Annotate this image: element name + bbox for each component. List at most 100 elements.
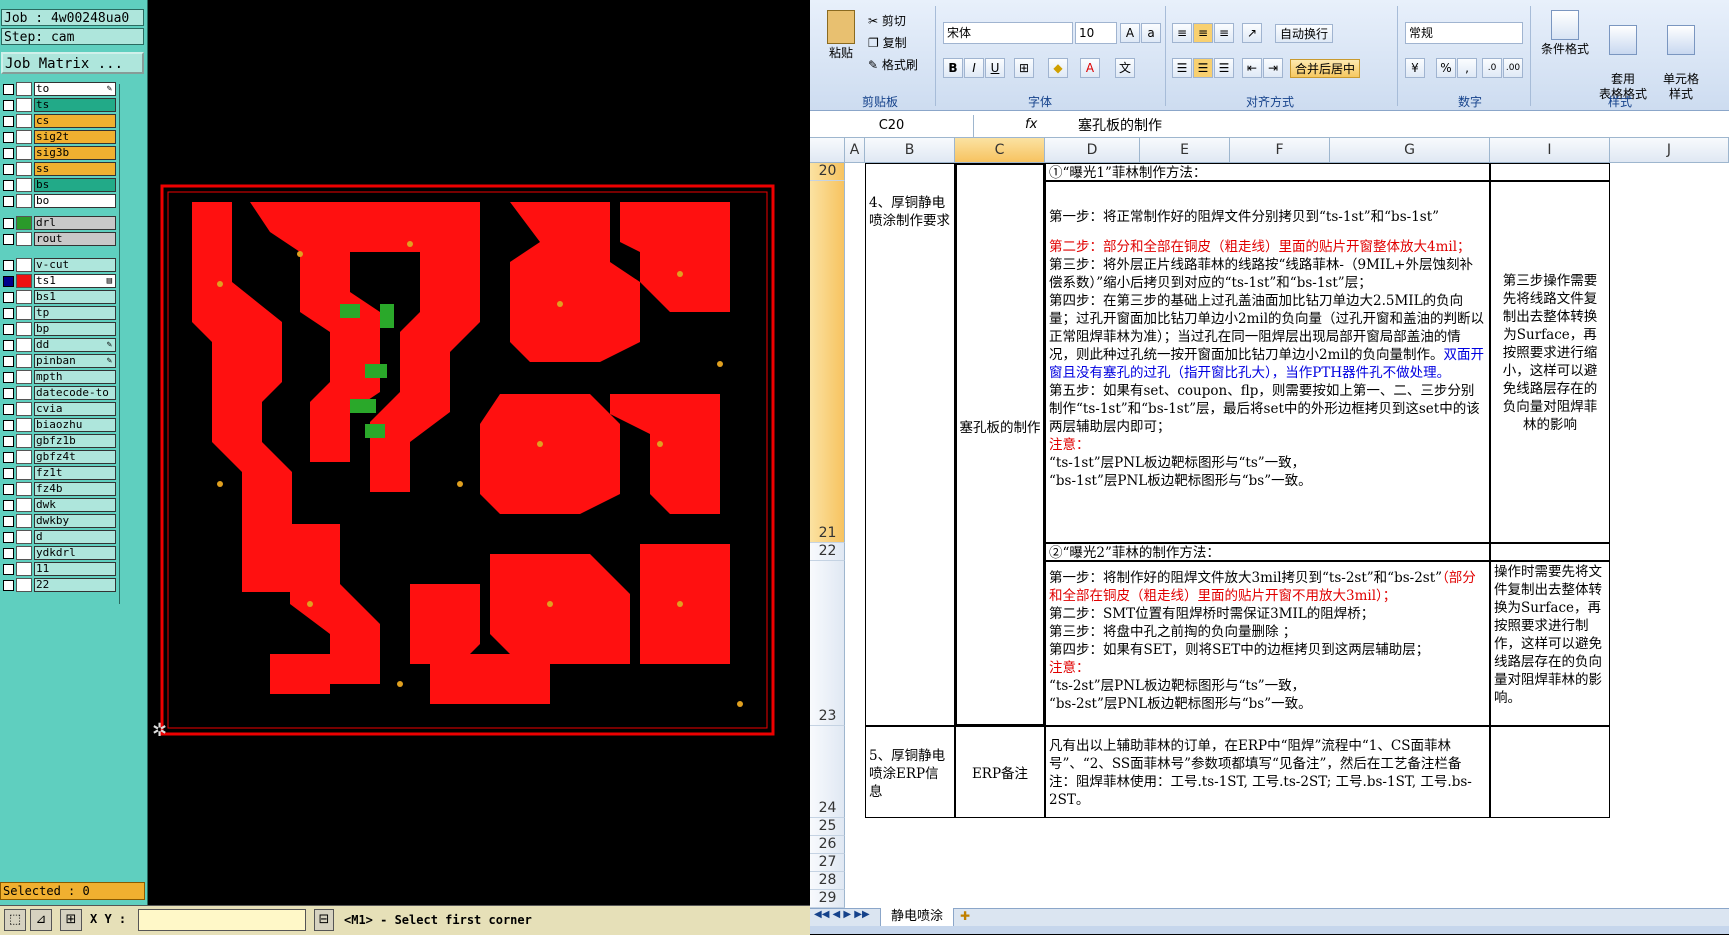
shrink-font-icon[interactable]: a bbox=[1141, 23, 1161, 43]
zoom-icon[interactable]: ⬚ bbox=[4, 909, 26, 931]
paste-button[interactable]: 粘贴 bbox=[825, 10, 857, 61]
layer-color-swatch[interactable] bbox=[16, 354, 32, 368]
font-size-select[interactable]: 10 bbox=[1075, 22, 1117, 44]
grow-font-icon[interactable]: A bbox=[1120, 23, 1140, 43]
layer-row[interactable]: drl bbox=[1, 216, 119, 230]
layer-row[interactable]: to ✎ bbox=[1, 82, 119, 96]
layer-list-scrollbar[interactable] bbox=[119, 84, 146, 604]
select-all-corner[interactable] bbox=[810, 138, 845, 163]
row-header[interactable]: 22 bbox=[810, 543, 845, 561]
layer-checkbox[interactable] bbox=[3, 500, 14, 511]
underline-icon[interactable]: U bbox=[985, 58, 1005, 78]
layer-color-swatch[interactable] bbox=[16, 306, 32, 320]
layer-checkbox[interactable] bbox=[3, 324, 14, 335]
layer-checkbox[interactable] bbox=[3, 308, 14, 319]
column-header[interactable]: C bbox=[955, 138, 1045, 163]
layer-row[interactable]: dd ✎ bbox=[1, 338, 119, 352]
layer-name[interactable]: to ✎ bbox=[34, 82, 116, 96]
layer-row[interactable]: fz1t bbox=[1, 466, 119, 480]
layer-row[interactable]: 22 bbox=[1, 578, 119, 592]
layer-row[interactable]: bo bbox=[1, 194, 119, 208]
sheet-tab[interactable]: 静电喷涂 bbox=[880, 908, 955, 927]
layer-row[interactable]: gbfz1b bbox=[1, 434, 119, 448]
layer-name[interactable]: dd ✎ bbox=[34, 338, 116, 352]
row-header[interactable]: 24 bbox=[810, 726, 845, 818]
row-header[interactable]: 27 bbox=[810, 854, 845, 872]
decrease-indent-icon[interactable]: ⇤ bbox=[1242, 58, 1262, 78]
row-header[interactable]: 21 bbox=[810, 181, 845, 543]
layer-color-swatch[interactable] bbox=[16, 194, 32, 208]
layer-name[interactable]: d bbox=[34, 530, 116, 544]
layer-row[interactable]: ts bbox=[1, 98, 119, 112]
layer-checkbox[interactable] bbox=[3, 196, 14, 207]
row-header[interactable]: 26 bbox=[810, 836, 845, 854]
layer-row[interactable]: rout bbox=[1, 232, 119, 246]
spreadsheet-grid[interactable]: A B C D E F G I J 20 21 22 23 24 25 26 2… bbox=[810, 138, 1729, 908]
layer-color-swatch[interactable] bbox=[16, 146, 32, 160]
layer-row[interactable]: dwk bbox=[1, 498, 119, 512]
layer-color-swatch[interactable] bbox=[16, 498, 32, 512]
pcb-view[interactable] bbox=[160, 184, 775, 736]
layer-checkbox[interactable] bbox=[3, 468, 14, 479]
layer-checkbox[interactable] bbox=[3, 180, 14, 191]
layer-checkbox[interactable] bbox=[3, 340, 14, 351]
layer-name[interactable]: ts bbox=[34, 98, 116, 112]
layer-row[interactable]: datecode-to bbox=[1, 386, 119, 400]
layer-color-swatch[interactable] bbox=[16, 514, 32, 528]
layer-name[interactable]: v-cut bbox=[34, 258, 116, 272]
layer-checkbox[interactable] bbox=[3, 564, 14, 575]
layer-row[interactable]: sig3b bbox=[1, 146, 119, 160]
cell-i24[interactable] bbox=[1490, 726, 1610, 818]
layer-row[interactable]: fz4b bbox=[1, 482, 119, 496]
layer-color-swatch[interactable] bbox=[16, 232, 32, 246]
layer-checkbox[interactable] bbox=[3, 260, 14, 271]
layer-color-swatch[interactable] bbox=[16, 562, 32, 576]
row-header[interactable]: 23 bbox=[810, 561, 845, 726]
layer-color-swatch[interactable] bbox=[16, 530, 32, 544]
layer-color-swatch[interactable] bbox=[16, 114, 32, 128]
layer-row[interactable]: sig2t bbox=[1, 130, 119, 144]
layer-color-swatch[interactable] bbox=[16, 258, 32, 272]
layer-checkbox[interactable] bbox=[3, 580, 14, 591]
xy-toggle-icon[interactable]: ⊟ bbox=[314, 909, 334, 931]
align-bottom-icon[interactable]: ≡ bbox=[1214, 23, 1234, 43]
align-right-icon[interactable]: ☰ bbox=[1214, 58, 1234, 78]
xy-input[interactable] bbox=[138, 909, 306, 931]
align-middle-icon[interactable]: ≡ bbox=[1193, 23, 1213, 43]
column-header[interactable]: D bbox=[1045, 138, 1140, 163]
row-header[interactable]: 25 bbox=[810, 818, 845, 836]
decrease-decimal-icon[interactable]: .00 bbox=[1503, 58, 1523, 78]
layer-checkbox[interactable] bbox=[3, 516, 14, 527]
layer-name[interactable]: dwk bbox=[34, 498, 116, 512]
layer-row[interactable]: bp bbox=[1, 322, 119, 336]
layer-checkbox[interactable] bbox=[3, 276, 14, 287]
layer-color-swatch[interactable] bbox=[16, 370, 32, 384]
layer-row[interactable]: d bbox=[1, 530, 119, 544]
layer-color-swatch[interactable] bbox=[16, 274, 32, 288]
column-header[interactable]: A bbox=[845, 138, 865, 163]
layer-name[interactable]: bo bbox=[34, 194, 116, 208]
layer-name[interactable]: fz4b bbox=[34, 482, 116, 496]
row-header[interactable]: 29 bbox=[810, 890, 845, 908]
layer-color-swatch[interactable] bbox=[16, 466, 32, 480]
layer-checkbox[interactable] bbox=[3, 100, 14, 111]
row-header[interactable]: 28 bbox=[810, 872, 845, 890]
layer-color-swatch[interactable] bbox=[16, 482, 32, 496]
layer-name[interactable]: 22 bbox=[34, 578, 116, 592]
italic-icon[interactable]: I bbox=[964, 58, 984, 78]
layer-checkbox[interactable] bbox=[3, 484, 14, 495]
fill-color-icon[interactable]: ◆ bbox=[1048, 58, 1068, 78]
column-header[interactable]: B bbox=[865, 138, 955, 163]
layer-name[interactable]: tp bbox=[34, 306, 116, 320]
layer-checkbox[interactable] bbox=[3, 292, 14, 303]
layer-checkbox[interactable] bbox=[3, 356, 14, 367]
cell-i22[interactable] bbox=[1490, 543, 1610, 561]
layer-checkbox[interactable] bbox=[3, 404, 14, 415]
number-format-select[interactable]: 常规 bbox=[1405, 22, 1523, 44]
layer-color-swatch[interactable] bbox=[16, 434, 32, 448]
layer-checkbox[interactable] bbox=[3, 116, 14, 127]
layer-row[interactable]: tp bbox=[1, 306, 119, 320]
layer-color-swatch[interactable] bbox=[16, 290, 32, 304]
cell-d21[interactable]: 第一步：将正常制作好的阻焊文件分别拷贝到“ts-1st”和“bs-1st” 第二步… bbox=[1045, 181, 1490, 543]
measure-icon[interactable]: ⊿ bbox=[30, 909, 52, 931]
